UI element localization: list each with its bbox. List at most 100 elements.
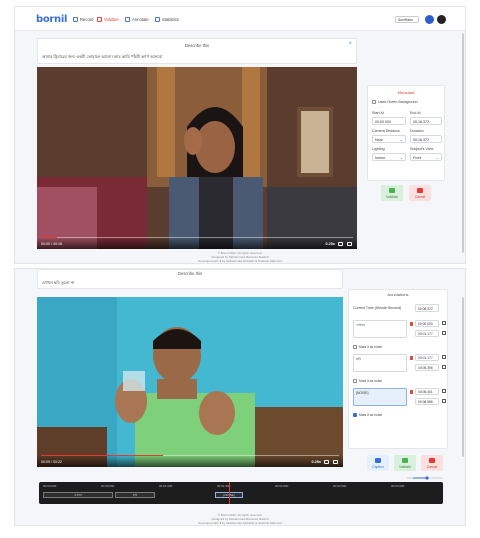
video-time: 00:00 / 00:16 xyxy=(41,242,62,246)
noise-checkbox[interactable] xyxy=(353,379,357,383)
lighting-label: Lighting xyxy=(372,147,385,151)
copy-icon[interactable] xyxy=(442,389,446,393)
nav-statistics[interactable]: Statistics xyxy=(155,17,179,22)
zoom-slider[interactable] xyxy=(407,476,443,480)
start-label: Start At xyxy=(372,111,384,115)
check-icon xyxy=(389,188,395,193)
scrollbar[interactable] xyxy=(462,33,464,253)
dataset-select[interactable]: Sun/Ratio xyxy=(395,16,419,23)
nav-record[interactable]: Record xyxy=(73,17,94,22)
video-time: 00:09 / 00:22 xyxy=(41,460,62,464)
validate-screen-metadata: bornil Record Validate Annotate Statisti… xyxy=(14,6,466,264)
cancel-button[interactable]: Cancel xyxy=(421,455,443,471)
timeline-segment[interactable]: এখানে xyxy=(43,492,113,498)
fullscreen-icon[interactable] xyxy=(347,242,352,246)
video-controls xyxy=(37,237,357,249)
notification-icon[interactable] xyxy=(425,15,434,24)
describe-box: Describe this × আমার ট্রিমারের জন্য একটা… xyxy=(37,38,357,64)
video-progress[interactable] xyxy=(41,454,339,456)
chart-icon xyxy=(155,17,160,22)
copy-icon[interactable] xyxy=(442,399,446,403)
pip-icon[interactable] xyxy=(338,242,343,246)
avatar[interactable] xyxy=(437,15,446,24)
caption-icon xyxy=(375,458,381,463)
fullscreen-icon[interactable] xyxy=(333,460,338,464)
noise-checkbox[interactable] xyxy=(353,345,357,349)
timeline-tick: 00:03.000 xyxy=(391,484,405,488)
timeline-cursor[interactable] xyxy=(229,482,230,504)
annotation-start[interactable]: 00:06.401 xyxy=(415,388,439,395)
annotation-end[interactable]: 00:01.177 xyxy=(415,330,439,337)
timeline[interactable]: 00:00.000 00:00.500 00:01.000 00:01.500 … xyxy=(39,482,443,504)
app-logo[interactable]: bornil xyxy=(36,14,67,25)
footer-developer: Developed with ♥ by Mohammad Abdullah & … xyxy=(198,521,282,525)
chevron-down-icon: ⌄ xyxy=(399,155,403,160)
scrollbar[interactable] xyxy=(462,297,464,457)
chevron-down-icon: ⌄ xyxy=(435,155,439,160)
video-player[interactable]: 00:00 / 00:16 0.25x xyxy=(37,67,357,249)
close-icon[interactable]: × xyxy=(348,41,352,47)
video-icon xyxy=(73,17,78,22)
annotation-start[interactable]: 00:01.177 xyxy=(415,354,439,361)
noise-label: Mark it as noise xyxy=(359,345,383,349)
annotation-start[interactable]: 00:00.000 xyxy=(415,320,439,327)
footer: © Bornil 2022. All rights reserved. Desi… xyxy=(15,513,465,525)
annotation-text[interactable]: এখানে xyxy=(353,320,407,338)
annotation-text[interactable]: [NOISE] xyxy=(353,388,407,406)
annotations-title: Annotations xyxy=(387,292,409,297)
cancel-button[interactable]: Cancel xyxy=(409,185,431,201)
start-input[interactable]: 00:00.000 xyxy=(372,117,406,125)
annotation-row: এখানে 00:00.000 00:01.177 xyxy=(353,320,446,342)
playback-speed[interactable]: 0.25x xyxy=(325,242,335,246)
duration-input: 00:16.372 xyxy=(410,135,442,143)
lighting-select[interactable]: Indoor ⌄ xyxy=(372,153,406,161)
annotation-end[interactable]: 00:05.396 xyxy=(415,364,439,371)
metadata-title: Metadata xyxy=(397,90,415,95)
validate-screen-annotations: Describe this এখানে ছবি তুলো না 00:09 / … xyxy=(14,268,466,526)
timeline-tick: 00:02.000 xyxy=(275,484,289,488)
green-bg-label: Used Green Background xyxy=(378,100,418,104)
close-icon xyxy=(429,458,435,463)
current-time-label: Current Time (Minute:Second) xyxy=(353,306,402,310)
video-frame xyxy=(37,67,357,249)
caption-button[interactable]: Caption xyxy=(367,455,389,471)
top-navbar: bornil Record Validate Annotate Statisti… xyxy=(15,7,465,31)
validate-button[interactable]: Validate xyxy=(381,185,403,201)
close-icon xyxy=(417,188,423,193)
camera-label: Camera Distance xyxy=(372,129,400,133)
noise-label: Mark it as noise xyxy=(359,379,383,383)
video-frame xyxy=(37,297,343,467)
camera-select[interactable]: Near ⌄ xyxy=(372,135,406,143)
annotation-row: ছবি 00:01.177 00:05.396 xyxy=(353,354,446,376)
annotation-row-selected: [NOISE] 00:06.401 00:06.986 xyxy=(353,388,446,410)
timeline-tick: 00:01.000 xyxy=(159,484,173,488)
end-label: End At xyxy=(410,111,421,115)
validate-button[interactable]: Validate xyxy=(394,455,416,471)
end-input[interactable]: 00:16.372 xyxy=(410,117,442,125)
duration-label: Duration xyxy=(410,129,424,133)
describe-title: Describe this xyxy=(177,271,203,276)
footer: © Bornil 2022. All rights reserved. Desi… xyxy=(15,251,465,263)
annotation-end[interactable]: 00:06.986 xyxy=(415,398,439,405)
nav-annotate[interactable]: Annotate xyxy=(125,17,149,22)
copy-icon[interactable] xyxy=(442,355,446,359)
video-controls xyxy=(37,455,343,467)
trash-icon[interactable] xyxy=(410,356,413,360)
timeline-tick: 00:00.000 xyxy=(43,484,57,488)
copy-icon[interactable] xyxy=(442,331,446,335)
green-bg-checkbox[interactable] xyxy=(372,100,376,104)
noise-checkbox-checked[interactable] xyxy=(353,413,357,417)
video-progress[interactable] xyxy=(41,236,353,238)
timeline-segment[interactable]: ছবি xyxy=(115,492,155,498)
video-player[interactable]: 00:09 / 00:22 0.25x xyxy=(37,297,343,467)
nav-validate[interactable]: Validate xyxy=(97,17,119,22)
annotation-text[interactable]: ছবি xyxy=(353,354,407,372)
trash-icon[interactable] xyxy=(410,390,413,394)
footer-developer: Developed with ♥ by Mohammad Abdullah & … xyxy=(198,259,282,263)
copy-icon[interactable] xyxy=(442,321,446,325)
subject-select[interactable]: Front ⌄ xyxy=(410,153,442,161)
trash-icon[interactable] xyxy=(410,322,413,326)
copy-icon[interactable] xyxy=(442,365,446,369)
playback-speed[interactable]: 0.25x xyxy=(311,460,321,464)
pip-icon[interactable] xyxy=(324,460,329,464)
